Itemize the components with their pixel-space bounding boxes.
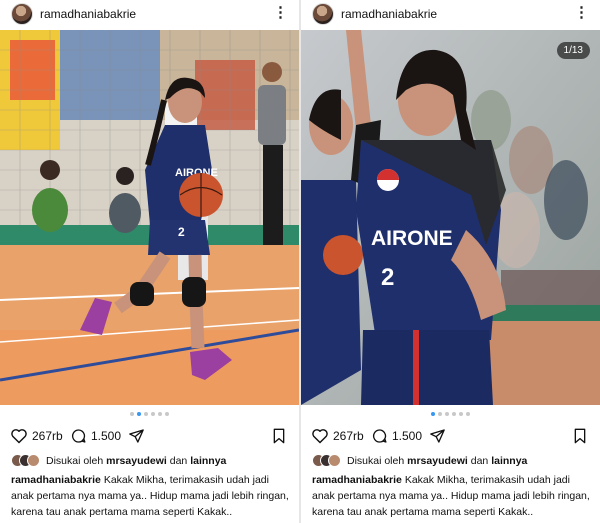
jersey-number-text: 2 bbox=[178, 225, 185, 239]
liked-by-prefix: Disukai oleh bbox=[46, 455, 104, 467]
more-options-icon[interactable]: ⋮ bbox=[273, 4, 288, 22]
avatar[interactable] bbox=[11, 3, 33, 25]
caption: ramadhaniabakrie Kakak Mikha, terimakasi… bbox=[11, 472, 293, 520]
carousel-dot bbox=[158, 412, 162, 416]
comment-button[interactable]: 1.500 bbox=[371, 428, 422, 444]
instagram-post-1: ramadhaniabakrie ⋮ AIRONE 2 267rb 1.500 … bbox=[0, 0, 299, 523]
post-actions: 267rb 1.500 bbox=[301, 425, 600, 449]
bookmark-icon bbox=[574, 428, 586, 444]
comment-count: 1.500 bbox=[392, 429, 423, 443]
liked-by-user[interactable]: mrsayudewi bbox=[407, 455, 468, 467]
username[interactable]: ramadhaniabakrie bbox=[40, 7, 136, 21]
liked-by-others[interactable]: lainnya bbox=[190, 455, 226, 467]
like-button[interactable]: 267rb bbox=[311, 428, 364, 444]
carousel-dot bbox=[438, 412, 442, 416]
jersey-number-text: 2 bbox=[381, 264, 394, 291]
avatar bbox=[328, 454, 341, 467]
post-photo[interactable]: AIRONE 2 1/13 bbox=[301, 30, 600, 405]
avatar bbox=[27, 454, 40, 467]
share-button[interactable] bbox=[429, 428, 446, 444]
liked-by-avatars bbox=[11, 454, 41, 468]
comment-count: 1.500 bbox=[91, 429, 122, 443]
liked-by-conj: dan bbox=[169, 455, 188, 467]
carousel-dots bbox=[0, 412, 299, 416]
carousel-dot bbox=[445, 412, 449, 416]
post-photo[interactable]: AIRONE 2 bbox=[0, 30, 299, 405]
liked-by-avatars bbox=[312, 454, 342, 468]
share-icon bbox=[129, 429, 144, 443]
instagram-post-2: ramadhaniabakrie ⋮ AIRONE 2 1/13 267rb 1… bbox=[301, 0, 600, 523]
carousel-dot bbox=[144, 412, 148, 416]
share-button[interactable] bbox=[128, 428, 145, 444]
liked-by[interactable]: Disukai oleh mrsayudewi dan lainnya bbox=[11, 453, 226, 469]
carousel-dot bbox=[459, 412, 463, 416]
caption-username[interactable]: ramadhaniabakrie bbox=[11, 474, 101, 486]
more-options-icon[interactable]: ⋮ bbox=[574, 4, 589, 22]
caption: ramadhaniabakrie Kakak Mikha, terimakasi… bbox=[312, 472, 594, 520]
carousel-dots bbox=[301, 412, 600, 416]
jersey-team-text: AIRONE bbox=[371, 227, 453, 250]
carousel-dot-active bbox=[137, 412, 141, 416]
carousel-dot-active bbox=[431, 412, 435, 416]
liked-by[interactable]: Disukai oleh mrsayudewi dan lainnya bbox=[312, 453, 527, 469]
post-header: ramadhaniabakrie ⋮ bbox=[301, 0, 600, 29]
image-counter: 1/13 bbox=[556, 42, 590, 59]
comment-button[interactable]: 1.500 bbox=[70, 428, 121, 444]
save-button[interactable] bbox=[573, 428, 587, 444]
carousel-dot bbox=[130, 412, 134, 416]
heart-icon bbox=[11, 429, 27, 444]
bookmark-icon bbox=[273, 428, 285, 444]
caption-username[interactable]: ramadhaniabakrie bbox=[312, 474, 402, 486]
like-count: 267rb bbox=[333, 429, 364, 443]
liked-by-prefix: Disukai oleh bbox=[347, 455, 405, 467]
liked-by-user[interactable]: mrsayudewi bbox=[106, 455, 167, 467]
heart-icon bbox=[312, 429, 328, 444]
liked-by-others[interactable]: lainnya bbox=[491, 455, 527, 467]
carousel-dot bbox=[151, 412, 155, 416]
carousel-dot bbox=[165, 412, 169, 416]
comment-icon bbox=[372, 429, 387, 443]
post-header: ramadhaniabakrie ⋮ bbox=[0, 0, 299, 29]
post-actions: 267rb 1.500 bbox=[0, 425, 299, 449]
comment-icon bbox=[71, 429, 86, 443]
username[interactable]: ramadhaniabakrie bbox=[341, 7, 437, 21]
carousel-dot bbox=[452, 412, 456, 416]
like-button[interactable]: 267rb bbox=[10, 428, 63, 444]
liked-by-conj: dan bbox=[470, 455, 489, 467]
share-icon bbox=[430, 429, 445, 443]
avatar[interactable] bbox=[312, 3, 334, 25]
carousel-dot bbox=[466, 412, 470, 416]
save-button[interactable] bbox=[272, 428, 286, 444]
like-count: 267rb bbox=[32, 429, 63, 443]
